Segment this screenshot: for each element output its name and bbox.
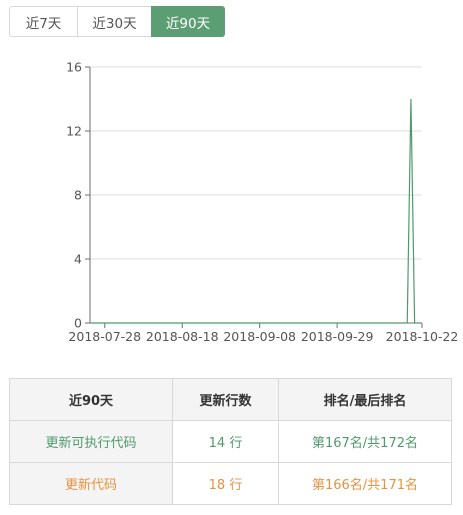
tab-30-days[interactable]: 近30天 — [77, 6, 151, 37]
row-lines: 18 行 — [172, 462, 279, 505]
y-tick-label: 16 — [66, 60, 82, 75]
x-tick-label: 2018-09-29 — [301, 329, 374, 344]
x-tick-label: 2018-09-08 — [223, 329, 296, 344]
header-lines: 更新行数 — [172, 378, 279, 421]
line-chart: 04812162018-07-28 2018-08-18 2018-09-08 201… — [66, 60, 459, 345]
series-line — [90, 98, 422, 324]
table-row: 更新可执行代码 14 行 第167名/共172名 — [9, 420, 452, 463]
y-tick-label: 4 — [74, 252, 82, 267]
tab-7-days[interactable]: 近7天 — [9, 6, 77, 37]
y-tick-label: 12 — [66, 124, 82, 139]
header-rank: 排名/最后排名 — [278, 378, 452, 421]
stats-table: 近90天 更新行数 排名/最后排名 更新可执行代码 14 行 第167名/共17… — [9, 378, 452, 505]
tab-90-days[interactable]: 近90天 — [151, 6, 225, 37]
x-tick-label: 2018-10-22 — [386, 329, 459, 344]
x-tick-label: 2018-08-18 — [146, 329, 219, 344]
row-label: 更新代码 — [9, 462, 173, 505]
table-header-row: 近90天 更新行数 排名/最后排名 — [9, 378, 452, 421]
time-range-selector: 近7天 近30天 近90天 — [9, 6, 225, 37]
header-period: 近90天 — [9, 378, 173, 421]
row-label: 更新可执行代码 — [9, 420, 173, 463]
row-rank: 第167名/共172名 — [278, 420, 452, 463]
y-tick-label: 8 — [74, 188, 82, 203]
row-lines: 14 行 — [172, 420, 279, 463]
table-row: 更新代码 18 行 第166名/共171名 — [9, 462, 452, 505]
x-tick-label: 2018-07-28 — [68, 329, 141, 344]
row-rank: 第166名/共171名 — [278, 462, 452, 505]
